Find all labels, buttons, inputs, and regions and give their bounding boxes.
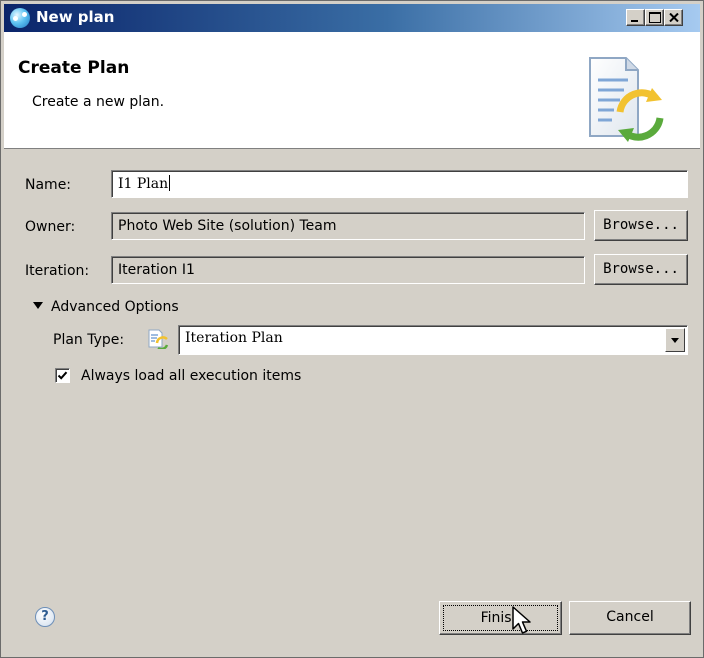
chevron-down-icon[interactable] [665,328,685,352]
owner-field: Photo Web Site (solution) Team [111,212,585,240]
iteration-field: Iteration I1 [111,256,585,284]
iteration-label: Iteration: [25,263,90,279]
wizard-header: Create Plan Create a new plan. [4,32,700,149]
help-icon[interactable]: ? [35,607,55,627]
cancel-button[interactable]: Cancel [569,601,691,635]
owner-label: Owner: [25,219,76,235]
name-label: Name: [25,177,72,193]
title-bar[interactable]: New plan [4,4,700,32]
plan-type-label: Plan Type: [53,332,125,348]
text-caret [169,175,171,191]
name-input-value: I1 Plan [118,176,169,192]
new-plan-dialog: New plan Create Plan Create a new plan. [0,0,704,658]
page-description: Create a new plan. [32,94,165,110]
advanced-options-toggle[interactable]: Advanced Options [33,299,179,315]
always-load-label[interactable]: Always load all execution items [81,368,301,384]
plan-type-select[interactable]: Iteration Plan [178,325,688,355]
window-title: New plan [36,8,115,26]
advanced-options-label: Advanced Options [51,299,179,315]
iteration-field-value: Iteration I1 [118,262,195,278]
name-input[interactable]: I1 Plan [111,170,688,198]
minimize-button[interactable] [626,9,645,26]
checkmark-icon [57,371,68,380]
finish-button[interactable]: Finish [439,601,562,635]
owner-field-value: Photo Web Site (solution) Team [118,218,337,234]
always-load-checkbox[interactable] [55,368,70,383]
iteration-browse-button[interactable]: Browse... [594,254,688,285]
iteration-plan-icon [148,329,169,349]
page-title: Create Plan [18,58,130,78]
plan-sync-document-icon [589,57,664,142]
expand-triangle-icon [33,302,43,309]
plan-app-icon [10,8,30,28]
mouse-pointer-icon [512,606,531,634]
close-button[interactable] [664,9,683,26]
maximize-button[interactable] [645,9,664,26]
plan-type-selected: Iteration Plan [185,330,283,346]
close-icon [669,13,679,22]
owner-browse-button[interactable]: Browse... [594,210,688,241]
finish-button-label: Finish [480,610,521,626]
